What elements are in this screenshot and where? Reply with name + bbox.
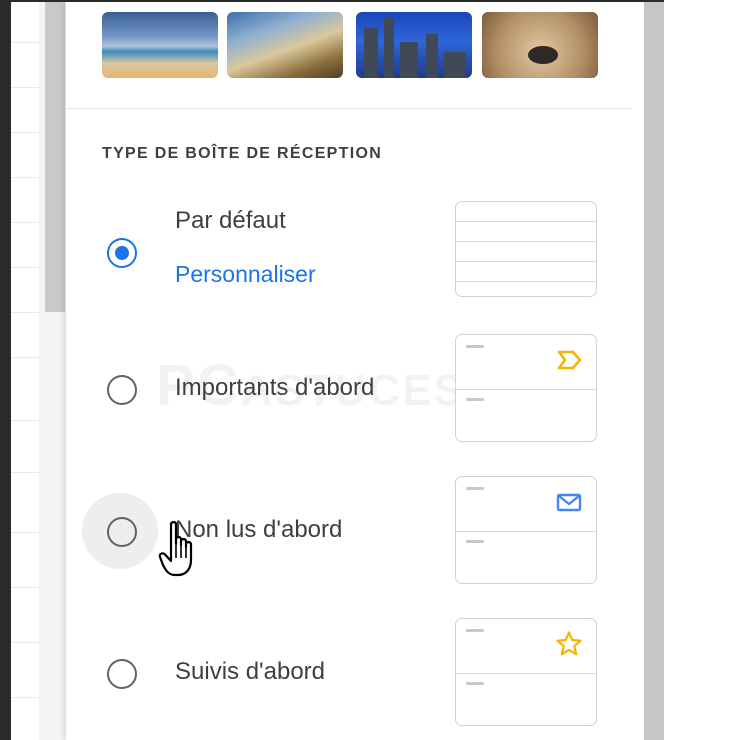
preview-line <box>456 241 596 242</box>
list-row-line <box>11 177 39 178</box>
radio-default[interactable] <box>107 238 137 268</box>
list-row-line <box>11 132 39 133</box>
building-shape <box>426 34 438 78</box>
preview-line <box>456 389 596 390</box>
quick-settings-panel: TYPE DE BOÎTE DE RÉCEPTION PCASTUCES Par… <box>66 2 644 740</box>
preview-important-first <box>455 334 597 442</box>
building-shape <box>384 18 394 78</box>
preview-dash <box>466 398 484 401</box>
radio-starred-first[interactable] <box>107 659 137 689</box>
preview-dash <box>466 487 484 490</box>
theme-thumbnail-city[interactable] <box>356 12 472 78</box>
list-row-line <box>11 642 39 643</box>
star-icon <box>556 631 582 656</box>
option-label-starred-first: Suivis d'abord <box>175 658 325 685</box>
building-shape <box>444 52 466 78</box>
radio-unread-first[interactable] <box>107 517 137 547</box>
radio-important-first[interactable] <box>107 375 137 405</box>
option-label-important-first: Importants d'abord <box>175 374 375 401</box>
window-border-left <box>0 0 11 740</box>
theme-thumbnail-coast[interactable] <box>227 12 343 78</box>
list-scrollbar-thumb[interactable] <box>45 2 65 312</box>
important-marker-icon <box>557 350 582 370</box>
preview-line <box>456 531 596 532</box>
preview-dash <box>466 682 484 685</box>
list-row-line <box>11 267 39 268</box>
section-divider <box>66 108 632 109</box>
theme-thumbnail-beach[interactable] <box>102 12 218 78</box>
building-shape <box>400 42 418 78</box>
stone-shape <box>528 46 558 64</box>
list-row-line <box>11 87 39 88</box>
list-row-line <box>11 697 39 698</box>
outside-area <box>664 0 741 740</box>
hand-cursor-icon <box>158 521 193 577</box>
preview-unread-first <box>455 476 597 584</box>
theme-thumbnail-sand[interactable] <box>482 12 598 78</box>
option-label-unread-first: Non lus d'abord <box>175 516 343 543</box>
preview-line <box>456 281 596 282</box>
list-row-line <box>11 42 39 43</box>
preview-dash <box>466 629 484 632</box>
preview-starred-first <box>455 618 597 726</box>
preview-dash <box>466 540 484 543</box>
list-row-line <box>11 472 39 473</box>
preview-dash <box>466 345 484 348</box>
building-shape <box>364 28 378 78</box>
preview-line <box>456 673 596 674</box>
panel-scrollbar[interactable] <box>644 2 664 740</box>
list-row-line <box>11 532 39 533</box>
list-row-line <box>11 357 39 358</box>
list-row-line <box>11 587 39 588</box>
list-row-line <box>11 420 39 421</box>
option-label-default: Par défaut <box>175 207 286 234</box>
list-row-line <box>11 222 39 223</box>
background-message-list <box>11 2 39 740</box>
preview-line <box>456 261 596 262</box>
preview-default <box>455 201 597 297</box>
envelope-icon <box>556 493 582 512</box>
preview-line <box>456 221 596 222</box>
inbox-type-title: TYPE DE BOÎTE DE RÉCEPTION <box>102 145 383 162</box>
customize-link[interactable]: Personnaliser <box>175 261 316 288</box>
list-row-line <box>11 312 39 313</box>
